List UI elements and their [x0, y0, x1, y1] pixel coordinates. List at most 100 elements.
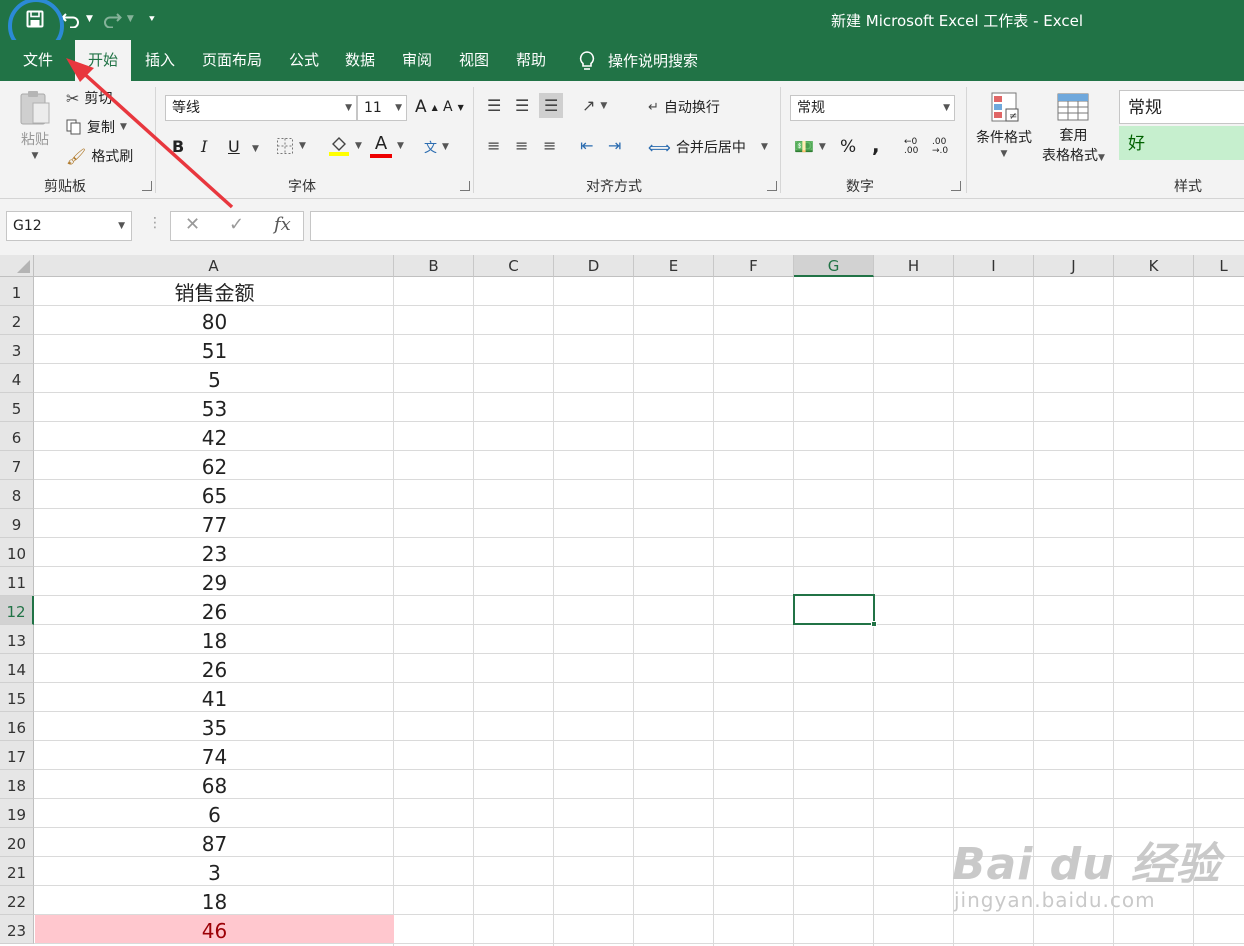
align-center-button[interactable]: ≡ [515, 136, 528, 155]
formula-bar-grip-icon[interactable]: ⋮ [148, 215, 162, 231]
tab-formulas[interactable]: 公式 [281, 40, 327, 81]
row-header[interactable]: 4 [0, 364, 34, 393]
data-cell[interactable]: 18 [35, 625, 394, 653]
increase-indent-button[interactable]: ⇥ [608, 136, 621, 155]
data-cell[interactable]: 3 [35, 857, 394, 885]
row-header[interactable]: 19 [0, 799, 34, 828]
data-cell[interactable]: 53 [35, 393, 394, 421]
style-normal[interactable]: 常规 [1119, 90, 1244, 124]
decrease-decimal-button[interactable]: .00 →.0 [932, 138, 948, 156]
align-bottom-button[interactable]: ☰ [539, 93, 564, 118]
data-cell[interactable]: 74 [35, 741, 394, 769]
style-good[interactable]: 好 [1119, 126, 1244, 160]
align-left-button[interactable]: ≡ [487, 136, 500, 155]
row-header[interactable]: 21 [0, 857, 34, 886]
number-launcher-icon[interactable] [951, 181, 961, 191]
row-header[interactable]: 23 [0, 915, 34, 944]
tab-view[interactable]: 视图 [451, 40, 497, 81]
borders-button[interactable]: ▼ [276, 137, 306, 155]
paste-dropdown-icon[interactable]: ▼ [32, 151, 39, 161]
phonetic-button[interactable]: 文 ▼ [424, 137, 449, 156]
decrease-indent-button[interactable]: ⇤ [580, 136, 593, 155]
customize-qat-icon[interactable]: ⯆ [148, 14, 156, 25]
column-header-b[interactable]: B [394, 255, 474, 277]
row-header[interactable]: 1 [0, 277, 34, 306]
select-all-corner[interactable] [0, 255, 34, 277]
orientation-button[interactable]: ↗ ▼ [582, 96, 607, 115]
column-header-c[interactable]: C [474, 255, 554, 277]
redo-dropdown-icon[interactable]: ▼ [127, 14, 134, 24]
row-header[interactable]: 10 [0, 538, 34, 567]
font-launcher-icon[interactable] [460, 181, 470, 191]
underline-dropdown-icon[interactable]: ▼ [252, 144, 259, 154]
active-cell-g12[interactable] [793, 594, 877, 627]
column-header-a[interactable]: A [34, 255, 394, 277]
column-header-d[interactable]: D [554, 255, 634, 277]
redo-button[interactable] [99, 6, 125, 32]
column-header-g[interactable]: G [794, 255, 874, 277]
increase-font-button[interactable]: A ▲ [415, 97, 438, 117]
font-color-button[interactable]: A ▼ [370, 133, 404, 158]
paste-button[interactable]: 粘贴 ▼ [18, 89, 52, 161]
decrease-font-button[interactable]: A ▼ [443, 99, 464, 115]
header-cell[interactable]: 销售金额 [35, 277, 394, 305]
column-header-e[interactable]: E [634, 255, 714, 277]
bold-button[interactable]: B [172, 137, 184, 156]
row-header[interactable]: 5 [0, 393, 34, 422]
data-cell[interactable]: 68 [35, 770, 394, 798]
data-cell[interactable]: 80 [35, 306, 394, 334]
row-header[interactable]: 11 [0, 567, 34, 596]
cut-button[interactable]: ✂ 剪切 [66, 88, 112, 108]
align-top-button[interactable]: ☰ [487, 96, 501, 115]
comma-button[interactable]: , [872, 133, 880, 157]
data-cell[interactable]: 18 [35, 886, 394, 914]
row-header[interactable]: 14 [0, 654, 34, 683]
fill-color-button[interactable]: ▼ [328, 135, 362, 157]
data-cell[interactable]: 23 [35, 538, 394, 566]
data-cell[interactable]: 29 [35, 567, 394, 595]
tab-file[interactable]: 文件 [10, 40, 66, 81]
increase-decimal-button[interactable]: ←0.00 [904, 138, 918, 156]
cancel-icon[interactable]: ✕ [185, 214, 200, 235]
column-header-k[interactable]: K [1114, 255, 1194, 277]
row-header[interactable]: 20 [0, 828, 34, 857]
tab-page-layout[interactable]: 页面布局 [195, 40, 269, 81]
row-header[interactable]: 12 [0, 596, 34, 625]
row-header[interactable]: 6 [0, 422, 34, 451]
italic-button[interactable]: I [201, 137, 207, 156]
format-as-table-button[interactable]: 套用 表格格式▼ [1042, 91, 1105, 165]
copy-button[interactable]: 复制 ▼ [66, 117, 127, 137]
data-cell[interactable]: 46 [35, 915, 394, 943]
data-cell[interactable]: 42 [35, 422, 394, 450]
row-header[interactable]: 7 [0, 451, 34, 480]
insert-function-icon[interactable]: fx [274, 214, 291, 235]
row-header[interactable]: 13 [0, 625, 34, 654]
alignment-launcher-icon[interactable] [767, 181, 777, 191]
row-header[interactable]: 17 [0, 741, 34, 770]
data-cell[interactable]: 62 [35, 451, 394, 479]
data-cell[interactable]: 51 [35, 335, 394, 363]
row-header[interactable]: 2 [0, 306, 34, 335]
accounting-format-button[interactable]: 💵 ▼ [794, 137, 826, 156]
enter-icon[interactable]: ✓ [229, 214, 244, 235]
formula-input[interactable] [310, 211, 1244, 241]
data-cell[interactable]: 26 [35, 596, 394, 624]
copy-dropdown-icon[interactable]: ▼ [120, 122, 127, 132]
row-header[interactable]: 22 [0, 886, 34, 915]
fill-handle[interactable] [871, 621, 877, 627]
undo-dropdown-icon[interactable]: ▼ [86, 14, 93, 24]
column-header-l[interactable]: L [1194, 255, 1244, 277]
row-header[interactable]: 8 [0, 480, 34, 509]
data-cell[interactable]: 65 [35, 480, 394, 508]
row-header[interactable]: 3 [0, 335, 34, 364]
number-format-select[interactable]: 常规 ▼ [790, 95, 955, 121]
tell-me-search[interactable]: 操作说明搜索 [578, 40, 698, 81]
tab-insert[interactable]: 插入 [136, 40, 184, 81]
column-header-j[interactable]: J [1034, 255, 1114, 277]
column-header-f[interactable]: F [714, 255, 794, 277]
row-header[interactable]: 15 [0, 683, 34, 712]
row-header[interactable]: 9 [0, 509, 34, 538]
format-painter-button[interactable]: 🖌 格式刷 [66, 146, 133, 166]
align-right-button[interactable]: ≡ [543, 136, 556, 155]
data-cell[interactable]: 35 [35, 712, 394, 740]
